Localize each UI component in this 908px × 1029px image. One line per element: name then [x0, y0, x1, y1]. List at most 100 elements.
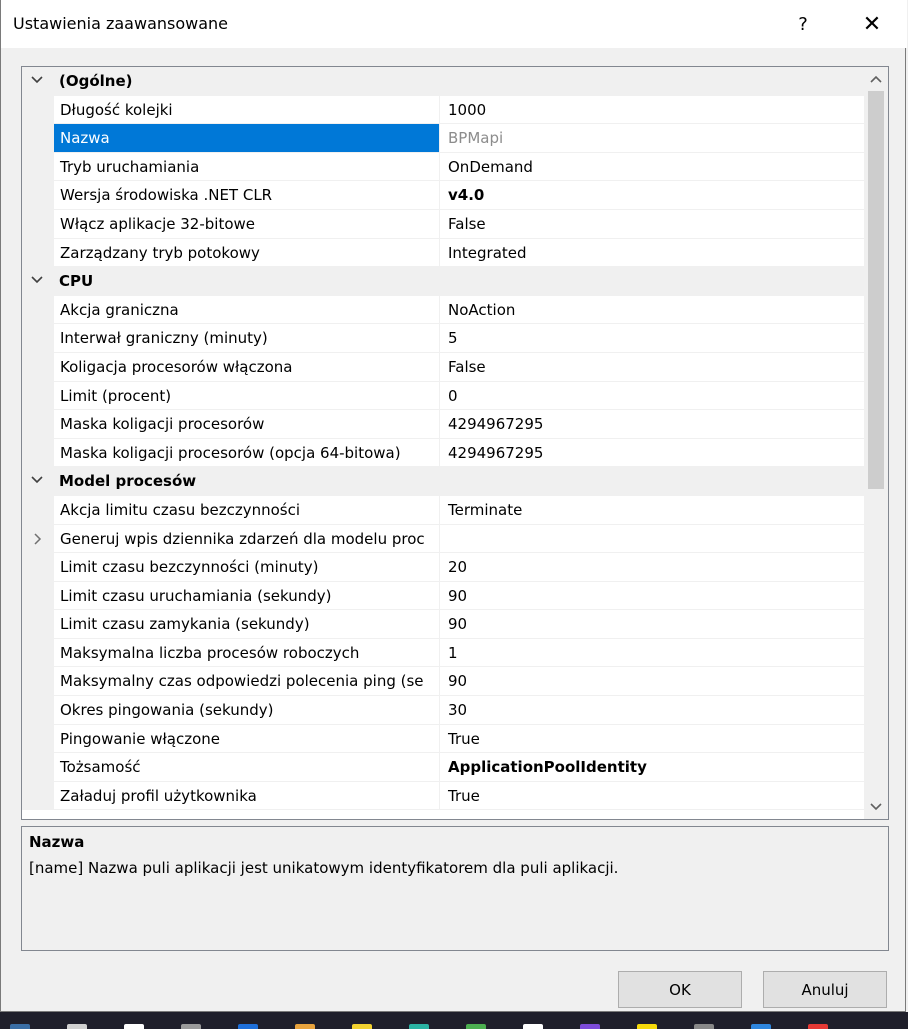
property-row[interactable]: Limit czasu bezczynności (minuty) 20 — [22, 553, 864, 582]
property-row[interactable]: Zarządzany tryb potokowy Integrated — [22, 238, 864, 268]
title-bar[interactable]: Ustawienia zaawansowane ? ✕ — [1, 0, 907, 48]
property-row[interactable]: Tożsamość ApplicationPoolIdentity — [22, 753, 864, 782]
vertical-scrollbar[interactable] — [864, 67, 888, 819]
taskbar-app-icon[interactable] — [124, 1024, 144, 1029]
property-value[interactable]: 90 — [440, 610, 864, 639]
row-gutter — [22, 610, 54, 639]
property-row[interactable]: Akcja limitu czasu bezczynności Terminate — [22, 495, 864, 525]
property-value[interactable]: True — [440, 725, 864, 754]
close-button[interactable]: ✕ — [849, 8, 895, 40]
property-row[interactable]: Włącz aplikacje 32-bitowe False — [22, 209, 864, 239]
property-row[interactable]: Pingowanie włączone True — [22, 724, 864, 754]
property-value[interactable]: NoAction — [440, 296, 864, 325]
category-row[interactable]: Model procesów — [22, 467, 864, 496]
property-value[interactable]: 0 — [440, 382, 864, 411]
row-gutter — [22, 667, 54, 697]
row-gutter — [22, 324, 54, 353]
property-name: Okres pingowania (sekundy) — [54, 696, 440, 725]
property-name: Tożsamość — [54, 753, 440, 782]
taskbar-app-icon[interactable] — [352, 1024, 372, 1029]
chevron-down-icon[interactable] — [30, 273, 44, 287]
property-name: Akcja graniczna — [54, 295, 440, 325]
row-gutter — [22, 352, 54, 382]
help-button[interactable]: ? — [780, 8, 826, 40]
chevron-right-icon[interactable] — [31, 532, 43, 545]
row-gutter — [22, 753, 54, 782]
taskbar-app-icon[interactable] — [751, 1024, 771, 1029]
row-gutter — [22, 238, 54, 268]
property-row[interactable]: Nazwa BPMapi — [22, 124, 864, 153]
property-row[interactable]: Limit czasu zamykania (sekundy) 90 — [22, 610, 864, 639]
property-row[interactable]: Okres pingowania (sekundy) 30 — [22, 696, 864, 725]
property-row[interactable]: Generuj wpis dziennika zdarzeń dla model… — [22, 524, 864, 554]
ok-button[interactable]: OK — [618, 971, 742, 1008]
property-name: Limit czasu zamykania (sekundy) — [54, 610, 440, 639]
property-name: Generuj wpis dziennika zdarzeń dla model… — [54, 524, 440, 554]
taskbar-app-icon[interactable] — [637, 1024, 657, 1029]
taskbar-app-icon[interactable] — [409, 1024, 429, 1029]
taskbar-app-icon[interactable] — [67, 1024, 87, 1029]
category-row[interactable]: CPU — [22, 267, 864, 296]
property-value[interactable]: OnDemand — [440, 153, 864, 182]
category-row[interactable]: (Ogólne) — [22, 67, 864, 96]
category-label: Model procesów — [59, 472, 197, 491]
property-row[interactable]: Wersja środowiska .NET CLR v4.0 — [22, 181, 864, 210]
taskbar-app-icon[interactable] — [466, 1024, 486, 1029]
taskbar-app-icon[interactable] — [523, 1024, 543, 1029]
property-row[interactable]: Limit czasu uruchamiania (sekundy) 90 — [22, 581, 864, 611]
taskbar-app-icon[interactable] — [181, 1024, 201, 1029]
taskbar-app-icon[interactable] — [580, 1024, 600, 1029]
scroll-thumb[interactable] — [868, 91, 884, 489]
property-value[interactable] — [440, 525, 864, 554]
property-row[interactable]: Maska koligacji procesorów (opcja 64-bit… — [22, 438, 864, 468]
property-row[interactable]: Maksymalny czas odpowiedzi polecenia pin… — [22, 667, 864, 697]
property-value[interactable]: False — [440, 210, 864, 239]
property-name: Zarządzany tryb potokowy — [54, 238, 440, 268]
property-value[interactable]: 1000 — [440, 96, 864, 125]
property-name: Interwał graniczny (minuty) — [54, 324, 440, 353]
scroll-up-button[interactable] — [864, 67, 888, 91]
chevron-down-icon[interactable] — [30, 473, 44, 487]
property-row[interactable]: Limit (procent) 0 — [22, 381, 864, 411]
property-row[interactable]: Długość kolejki 1000 — [22, 95, 864, 125]
property-value[interactable]: v4.0 — [440, 181, 864, 210]
property-value[interactable]: 5 — [440, 324, 864, 353]
row-gutter — [22, 381, 54, 411]
property-value[interactable]: 4294967295 — [440, 439, 864, 468]
property-row[interactable]: Maksymalna liczba procesów roboczych 1 — [22, 638, 864, 668]
row-gutter — [22, 781, 54, 811]
taskbar-app-icon[interactable] — [10, 1024, 30, 1029]
taskbar-app-icon[interactable] — [694, 1024, 714, 1029]
taskbar-app-icon[interactable] — [295, 1024, 315, 1029]
property-value[interactable]: 4294967295 — [440, 410, 864, 439]
taskbar-app-icon[interactable] — [808, 1024, 828, 1029]
dialog-window: Ustawienia zaawansowane ? ✕ (Ogólne) Dług… — [0, 0, 907, 1012]
property-value[interactable]: ApplicationPoolIdentity — [440, 753, 864, 782]
cancel-button[interactable]: Anuluj — [763, 971, 887, 1008]
property-row[interactable]: Maska koligacji procesorów 4294967295 — [22, 410, 864, 439]
scroll-down-button[interactable] — [864, 795, 888, 819]
property-value[interactable]: 30 — [440, 696, 864, 725]
property-name: Koligacja procesorów włączona — [54, 352, 440, 382]
row-gutter — [22, 553, 54, 582]
chevron-down-icon — [870, 803, 882, 811]
row-gutter — [22, 696, 54, 725]
property-grid: (Ogólne) Długość kolejki 1000 Nazwa BPMapi Tr… — [21, 66, 889, 820]
property-value[interactable]: 90 — [440, 667, 864, 697]
property-value[interactable]: Integrated — [440, 239, 864, 268]
property-value[interactable]: 90 — [440, 582, 864, 611]
property-row[interactable]: Koligacja procesorów włączona False — [22, 352, 864, 382]
property-row[interactable]: Akcja graniczna NoAction — [22, 295, 864, 325]
property-value[interactable]: 1 — [440, 639, 864, 668]
property-row[interactable]: Tryb uruchamiania OnDemand — [22, 152, 864, 182]
property-value[interactable]: Terminate — [440, 496, 864, 525]
chevron-down-icon[interactable] — [30, 73, 44, 87]
property-value[interactable]: BPMapi — [440, 124, 864, 153]
taskbar-app-icon[interactable] — [238, 1024, 258, 1029]
property-value[interactable]: True — [440, 782, 864, 811]
property-value[interactable]: False — [440, 353, 864, 382]
property-row[interactable]: Interwał graniczny (minuty) 5 — [22, 324, 864, 353]
property-name: Wersja środowiska .NET CLR — [54, 181, 440, 210]
property-row[interactable]: Załaduj profil użytkownika True — [22, 781, 864, 811]
property-value[interactable]: 20 — [440, 553, 864, 582]
